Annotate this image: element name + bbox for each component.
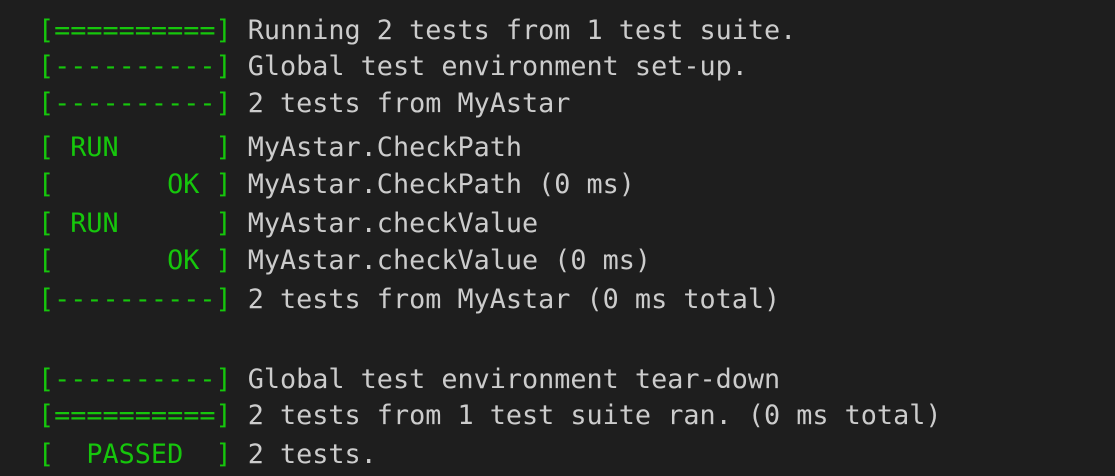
line-message: 2 tests from MyAstar (231, 88, 571, 119)
line-message: MyAstar.checkValue (231, 208, 539, 239)
terminal-line: [ RUN ] MyAstar.CheckPath (38, 130, 522, 166)
status-tag: [ PASSED ] (38, 439, 232, 470)
status-tag: [ OK ] (38, 245, 232, 276)
line-message: 2 tests. (231, 439, 377, 470)
status-tag: [----------] (38, 284, 232, 315)
line-message: Global test environment set-up. (231, 51, 748, 82)
terminal-line: [----------] 2 tests from MyAstar (38, 86, 570, 122)
status-tag: [==========] (38, 400, 232, 431)
line-message: 2 tests from MyAstar (0 ms total) (231, 284, 781, 315)
terminal-output: [==========] Running 2 tests from 1 test… (0, 0, 1115, 476)
line-message: Global test environment tear-down (231, 364, 781, 395)
terminal-line: [----------] Global test environment set… (38, 49, 748, 85)
terminal-line: [----------] Global test environment tea… (38, 362, 780, 398)
terminal-line: [==========] 2 tests from 1 test suite r… (38, 398, 941, 434)
status-tag: [----------] (38, 364, 232, 395)
status-tag: [ RUN ] (38, 132, 232, 163)
line-message: Running 2 tests from 1 test suite. (231, 15, 797, 46)
status-tag: [----------] (38, 88, 232, 119)
status-tag: [==========] (38, 15, 232, 46)
terminal-line: [==========] Running 2 tests from 1 test… (38, 13, 796, 49)
terminal-line: [ OK ] MyAstar.CheckPath (0 ms) (38, 167, 635, 203)
status-tag: [ OK ] (38, 169, 232, 200)
line-message: MyAstar.CheckPath (231, 132, 523, 163)
terminal-line: [ RUN ] MyAstar.checkValue (38, 206, 538, 242)
line-message: MyAstar.CheckPath (0 ms) (231, 169, 635, 200)
status-tag: [----------] (38, 51, 232, 82)
terminal-line: [ OK ] MyAstar.checkValue (0 ms) (38, 243, 651, 279)
terminal-line: [----------] 2 tests from MyAstar (0 ms … (38, 282, 780, 318)
status-tag: [ RUN ] (38, 208, 232, 239)
terminal-line: [ PASSED ] 2 tests. (38, 437, 377, 473)
line-message: 2 tests from 1 test suite ran. (0 ms tot… (231, 400, 942, 431)
line-message: MyAstar.checkValue (0 ms) (231, 245, 652, 276)
